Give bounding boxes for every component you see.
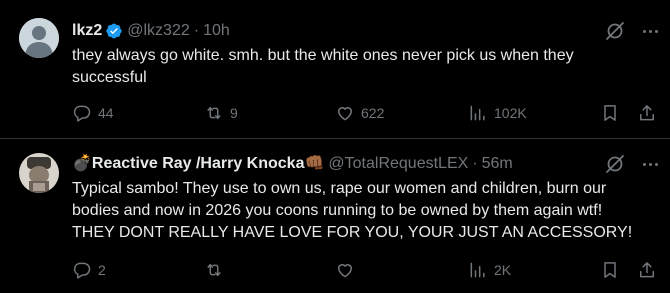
bookmark-button[interactable] [600,258,620,282]
reply-count: 44 [98,105,114,121]
timestamp[interactable]: 56m [482,153,513,175]
avatar[interactable] [19,153,59,193]
tweet-actions: 44 9 622 102K [72,101,657,125]
more-icon[interactable] [638,153,662,175]
tweet-actions: 2 2K [72,258,657,282]
grok-icon[interactable] [604,153,626,175]
tweet[interactable]: lkz2 @lkz322 · 10h they always go white.… [0,0,670,138]
view-count: 2K [494,262,512,278]
repost-count: 9 [230,105,238,121]
tweet-text: Typical sambo! They use to own us, rape … [72,180,633,241]
like-button[interactable] [335,258,361,282]
display-name[interactable]: Reactive Ray /Harry Knocka [92,153,305,175]
share-icon [640,105,654,121]
share-button[interactable] [637,101,657,125]
repost-button[interactable]: 9 [204,101,238,125]
verified-badge-icon [105,22,123,40]
tweet-header: 💣 Reactive Ray /Harry Knocka 👊🏾 @TotalRe… [72,153,630,175]
bookmark-icon [604,105,616,121]
tweet-header: lkz2 @lkz322 · 10h [72,20,630,42]
more-icon[interactable] [638,20,662,42]
like-count: 622 [361,105,385,121]
repost-icon [207,263,221,277]
reply-button[interactable]: 2 [72,258,106,282]
like-icon [338,264,352,278]
repost-icon [207,106,221,120]
tweet-text: they always go white. smh. but the white… [72,47,574,86]
views-button[interactable]: 102K [468,101,527,125]
handle[interactable]: @TotalRequestLEX [328,153,468,175]
repost-button[interactable] [204,258,230,282]
reply-count: 2 [98,262,106,278]
tweet[interactable]: 💣 Reactive Ray /Harry Knocka 👊🏾 @TotalRe… [0,139,670,293]
handle[interactable]: @lkz322 [127,20,190,42]
separator-dot: · [472,155,478,172]
bomb-emoji: 💣 [72,155,92,172]
reply-button[interactable]: 44 [72,101,114,125]
share-button[interactable] [637,258,657,282]
bookmark-button[interactable] [600,101,620,125]
timestamp[interactable]: 10h [203,20,230,42]
views-button[interactable]: 2K [468,258,511,282]
fist-emoji: 👊🏾 [304,155,325,172]
reply-icon [73,262,91,279]
profile-photo-icon [19,153,59,193]
view-count: 102K [494,105,527,121]
like-icon [338,107,352,121]
avatar[interactable] [19,18,59,58]
like-button[interactable]: 622 [335,101,384,125]
share-icon [640,262,654,278]
default-avatar-icon [19,18,59,58]
bookmark-icon [604,262,616,278]
grok-icon[interactable] [604,20,626,42]
separator-dot: · [193,22,200,39]
display-name[interactable]: lkz2 [72,20,102,42]
views-icon [470,262,485,278]
views-icon [470,105,485,121]
reply-icon [73,105,91,122]
